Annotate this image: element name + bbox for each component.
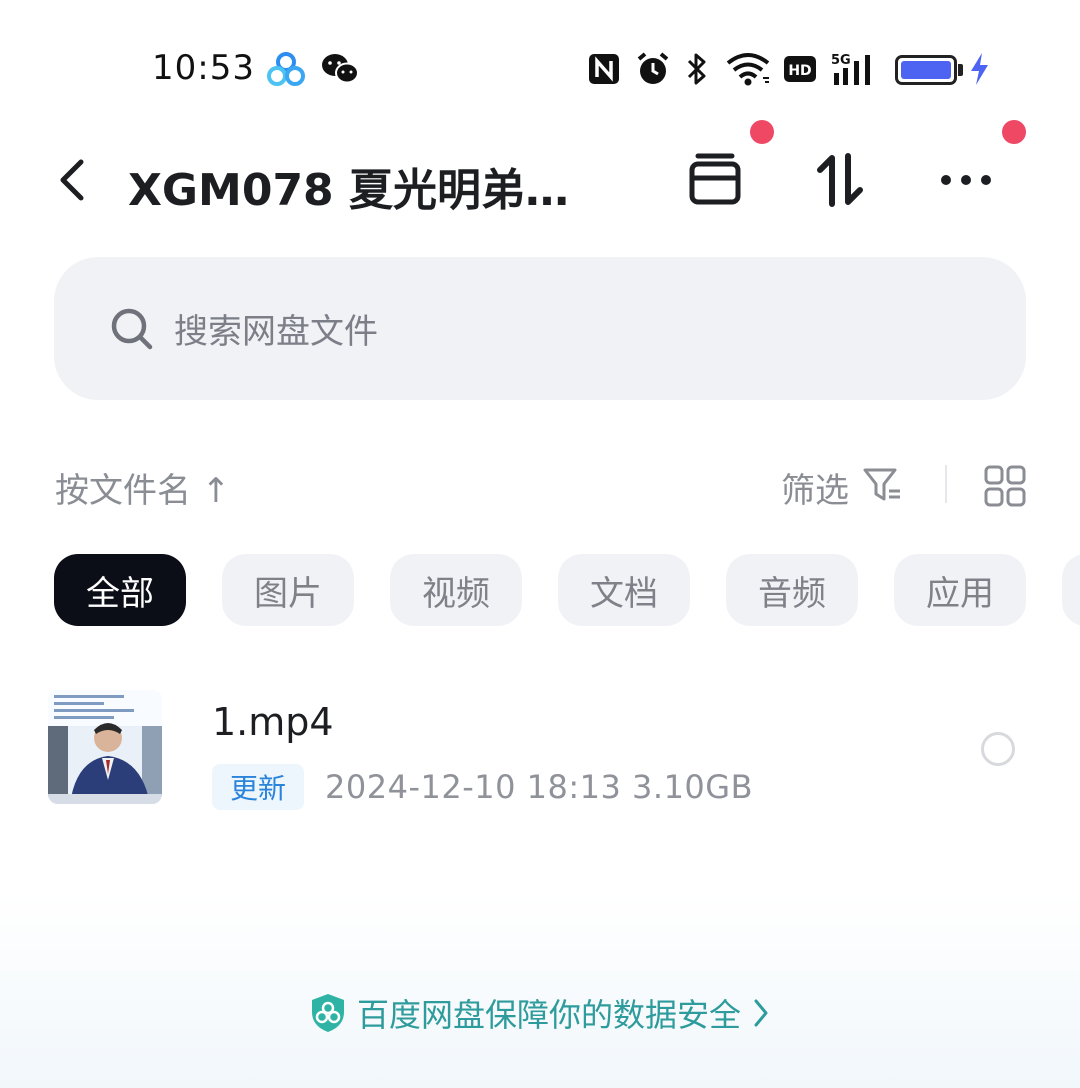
wifi-icon: [724, 50, 772, 88]
folder-title: XGM078 夏光明弟…: [128, 165, 569, 216]
search-placeholder: 搜索网盘文件: [174, 312, 378, 352]
transfer-arrows-icon: [817, 153, 863, 207]
chevron-right-icon: [754, 999, 768, 1027]
nfc-icon: [586, 50, 622, 88]
tab-all[interactable]: 全部: [54, 554, 186, 626]
video-thumbnail: [48, 690, 162, 804]
sort-by-name-button[interactable]: 按文件名 ↑: [55, 463, 230, 512]
battery-tip: [958, 64, 963, 76]
top-app-bar: XGM078 夏光明弟…: [0, 120, 1080, 230]
battery-icon: [895, 55, 957, 85]
wechat-notification-icon: [320, 50, 360, 88]
chevron-left-icon: [60, 159, 84, 201]
back-button[interactable]: [48, 152, 96, 208]
archive-box-icon: [689, 153, 741, 205]
tab-images[interactable]: 图片: [222, 554, 354, 626]
file-meta: 2024-12-10 18:13 3.10GB: [325, 768, 754, 806]
updated-badge: 更新: [212, 764, 304, 810]
status-time: 10:53: [152, 48, 255, 88]
search-icon: [111, 308, 153, 349]
svg-text:HD: HD: [788, 63, 811, 79]
security-banner[interactable]: 百度网盘保障你的数据安全: [0, 988, 1080, 1038]
cellular-signal-icon: 5G: [830, 50, 880, 88]
archive-notification-dot: [750, 120, 774, 144]
category-tabs: 全部 图片 视频 文档 音频 应用: [54, 554, 1080, 626]
select-checkbox[interactable]: [981, 732, 1015, 766]
more-options-button[interactable]: [928, 142, 1004, 218]
more-dots-icon: [941, 175, 991, 185]
more-notification-dot: [1002, 120, 1026, 144]
charging-bolt-icon: [966, 50, 992, 88]
tab-videos[interactable]: 视频: [390, 554, 522, 626]
file-list-item[interactable]: 1.mp4 更新 2024-12-10 18:13 3.10GB: [0, 680, 1080, 820]
tab-apps[interactable]: 应用: [894, 554, 1026, 626]
transfer-button[interactable]: [802, 142, 878, 218]
divider: [945, 465, 947, 503]
grid-view-icon[interactable]: [984, 465, 1026, 507]
svg-text:5G: 5G: [831, 53, 851, 68]
filter-button[interactable]: 筛选: [781, 463, 849, 512]
tab-more-partial[interactable]: [1062, 554, 1080, 626]
tab-documents[interactable]: 文档: [558, 554, 690, 626]
file-name: 1.mp4: [212, 700, 334, 744]
archive-button[interactable]: [676, 142, 752, 218]
battery-level: [901, 61, 951, 79]
shield-icon: [311, 994, 344, 1032]
status-bar: 10:53 HD 5G: [0, 0, 1080, 120]
hd-voice-icon: HD: [782, 50, 818, 88]
security-banner-text: 百度网盘保障你的数据安全: [356, 996, 741, 1034]
alarm-icon: [634, 50, 672, 88]
search-input[interactable]: 搜索网盘文件: [54, 257, 1026, 400]
baidu-netdisk-notification-icon: [266, 50, 306, 88]
bluetooth-icon: [682, 50, 712, 88]
tab-audio[interactable]: 音频: [726, 554, 858, 626]
sort-filter-bar: 按文件名 ↑ 筛选: [0, 455, 1080, 515]
filter-icon[interactable]: [862, 465, 902, 505]
